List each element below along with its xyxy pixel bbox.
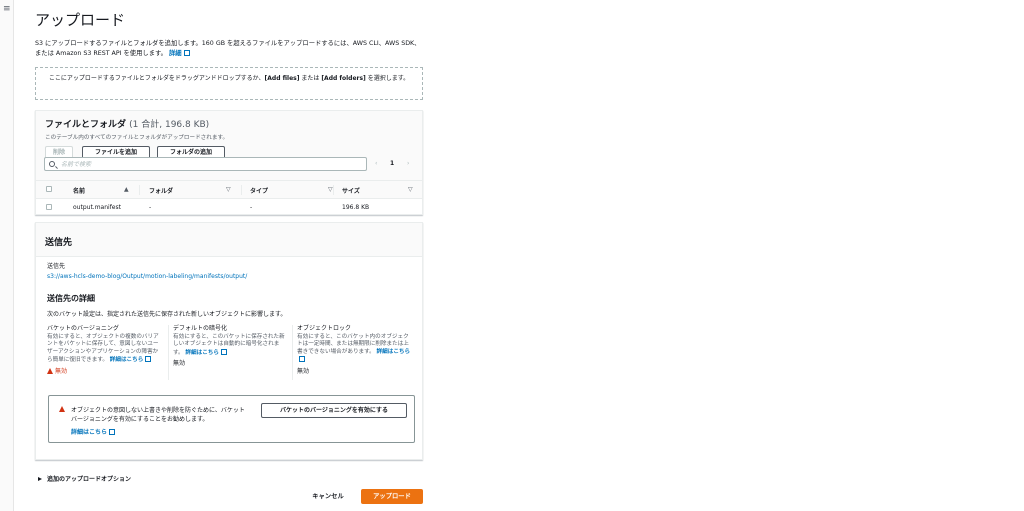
column-divider [241,185,242,195]
dropzone-text-pre: ここにアップロードするファイルとフォルダをドラッグアンドドロップするか、 [48,75,265,82]
select-all-checkbox[interactable] [46,186,52,192]
intro-description: S3 にアップロードするファイルとフォルダを追加します。160 GB を超えるフ… [35,40,421,57]
column-folder[interactable]: フォルダ [149,186,173,195]
row-checkbox[interactable] [46,204,52,210]
object-lock-title: オブジェクトロック [297,325,352,332]
column-size[interactable]: サイズ [342,186,360,195]
pagination: ‹ 1 › [375,160,417,170]
additional-options-label: 追加のアップロードオプション [47,476,132,483]
destination-body: 送信先 s3://aws-hcls-demo-blog/Output/motio… [47,261,417,380]
versioning-title: バケットのバージョニング [47,325,119,332]
encryption-learn-more-link[interactable]: 詳細はこちら [185,348,227,356]
search-input[interactable] [61,159,361,169]
search-icon [49,161,55,167]
encryption-setting: デフォルトの暗号化 有効にすると、このバケットに保存された新しいオブジェクトは自… [173,325,289,368]
encryption-link-label: 詳細はこちら [185,349,219,356]
dropzone-text-mid: または [299,75,322,82]
sort-icon[interactable]: ▽ [408,186,413,193]
drop-zone[interactable]: ここにアップロードするファイルとフォルダをドラッグアンドドロップするか、[Add… [35,67,423,100]
versioning-link-label: 詳細はこちら [109,357,144,363]
table-header: 名前 ▲ フォルダ ▽ タイプ ▽ サイズ ▽ [36,181,422,199]
row-type: - [250,204,253,211]
column-divider [292,325,293,380]
files-panel: ファイルとフォルダ (1 合計, 196.8 KB) このテーブル内のすべてのフ… [35,110,423,215]
destination-details-desc: 次のバケット設定は、指定された送信先に保存された新しいオブジェクトに影響します。 [47,311,287,318]
intro-link-label: 詳細 [168,50,182,57]
versioning-setting: バケットのバージョニング 有効にすると、オブジェクトの複数のバリアントをバケット… [47,325,163,375]
destination-label: 送信先 [47,263,66,270]
destination-details-title: 送信先の詳細 [47,294,95,303]
destination-path-link[interactable]: s3://aws-hcls-demo-blog/Output/motion-la… [47,273,417,280]
files-title-label: ファイルとフォルダ [45,120,127,130]
files-description: このテーブル内のすべてのファイルとフォルダがアップロードされます。 [45,135,229,141]
warning-icon [59,406,65,412]
object-lock-link-label: 詳細はこちら [376,348,411,355]
external-link-icon [221,348,227,355]
caret-right-icon [38,477,42,481]
versioning-alert: オブジェクトの意図しない上書きや削除を防ぐために、バケットバージョニングを有効に… [48,395,415,443]
row-name: output.manifest [73,204,121,211]
prev-page-icon[interactable]: ‹ [375,160,377,167]
dropzone-add-folders: [Add folders] [321,75,366,82]
column-type[interactable]: タイプ [250,186,268,195]
enable-versioning-button[interactable]: バケットのバージョニングを有効にする [261,403,407,418]
versioning-status: 無効 [47,367,163,376]
row-size: 196.8 KB [342,204,370,211]
object-lock-setting: オブジェクトロック 有効にすると、このバケット内のオブジェクトは一定時間、または… [297,325,413,375]
alert-link-label: 詳細はこちら [71,429,108,436]
left-rail: ≡ [0,0,14,511]
versioning-value: 無効 [55,367,68,375]
files-title: ファイルとフォルダ (1 合計, 196.8 KB) [45,117,413,130]
object-lock-value: 無効 [297,367,310,375]
column-divider [333,185,334,195]
column-divider [168,325,169,380]
upload-button[interactable]: アップロード [361,489,423,504]
files-count: (1 合計, 196.8 KB) [129,120,210,130]
alert-text: オブジェクトの意図しない上書きや削除を防ぐために、バケットバージョニングを有効に… [71,407,245,423]
external-link-icon [299,356,305,362]
external-link-icon [109,429,116,435]
cancel-button[interactable]: キャンセル [306,490,350,504]
page-title: アップロード [35,11,126,29]
external-link-icon [183,50,190,56]
intro-learn-more-link[interactable]: 詳細 [169,50,190,57]
alert-learn-more-link[interactable]: 詳細はこちら [71,427,116,436]
versioning-learn-more-link[interactable]: 詳細はこちら [109,356,152,363]
additional-options-toggle[interactable]: 追加のアップロードオプション [38,474,131,483]
column-divider [139,185,140,195]
dropzone-add-files: [Add files] [264,75,300,82]
sort-icon[interactable]: ▽ [226,186,231,193]
files-panel-header: ファイルとフォルダ (1 合計, 196.8 KB) このテーブル内のすべてのフ… [36,111,422,181]
row-folder: - [149,204,152,211]
destination-panel: 送信先 送信先 s3://aws-hcls-demo-blog/Output/m… [35,222,423,460]
encryption-value: 無効 [173,360,186,367]
table-row[interactable]: output.manifest - - 196.8 KB [36,200,422,214]
dropzone-text-post: を選択します。 [365,75,410,82]
sort-ascending-icon[interactable]: ▲ [124,186,129,193]
sort-icon[interactable]: ▽ [328,186,333,193]
warning-icon [47,367,53,374]
page-number[interactable]: 1 [390,160,394,167]
destination-title: 送信先 [36,223,422,257]
next-page-icon[interactable]: › [407,160,409,167]
encryption-title: デフォルトの暗号化 [173,325,228,332]
external-link-icon [145,356,152,362]
column-name[interactable]: 名前 [73,186,85,195]
intro-text: S3 にアップロードするファイルとフォルダを追加します。160 GB を超えるフ… [35,39,425,59]
search-box [44,157,367,171]
menu-icon[interactable]: ≡ [3,5,11,14]
